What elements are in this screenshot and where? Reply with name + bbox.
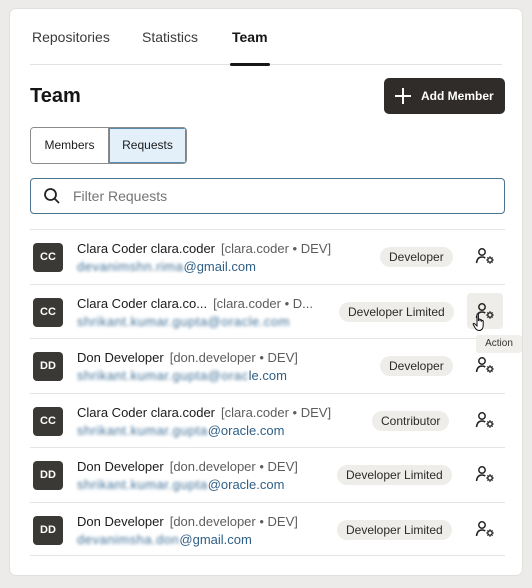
add-member-label: Add Member [421, 89, 494, 103]
email-local: shrikant.kumar.gupta@oracle.com [77, 314, 290, 329]
member-action-button[interactable] [467, 456, 503, 492]
avatar: DD [33, 352, 63, 381]
member-action-button[interactable] [467, 402, 503, 438]
member-meta: [clara.coder • D... [213, 296, 313, 311]
member-name: Clara Coder clara.coder [77, 405, 216, 420]
member-email: shrikant.kumar.gupta@oracle.com [77, 423, 284, 438]
add-member-button[interactable]: Add Member [384, 78, 505, 114]
filter-requests-input[interactable] [73, 188, 504, 204]
action-tooltip: Action [476, 335, 522, 353]
user-gear-icon [475, 412, 494, 428]
user-gear-icon [475, 521, 494, 537]
list-item: DD Don Developer [don.developer • DEV] de… [30, 502, 505, 556]
tab-statistics[interactable]: Statistics [142, 27, 198, 65]
email-local: shrikant.kumar.gupta@orac [77, 368, 249, 383]
member-name-line: Clara Coder clara.coder [clara.coder • DE… [77, 405, 331, 420]
list-item: CC Clara Coder clara.coder [clara.coder •… [30, 229, 505, 283]
member-meta: [don.developer • DEV] [169, 514, 298, 529]
avatar: CC [33, 243, 63, 272]
members-requests-toggle: Members Requests [30, 127, 187, 164]
member-name: Clara Coder clara.coder [77, 241, 216, 256]
email-local: devanimsha.don [77, 532, 180, 547]
member-name-line: Clara Coder clara.coder [clara.coder • DE… [77, 241, 331, 256]
member-meta: [don.developer • DEV] [169, 459, 298, 474]
avatar: DD [33, 461, 63, 490]
member-name-line: Don Developer [don.developer • DEV] [77, 350, 298, 365]
email-local: shrikant.kumar.gupta [77, 423, 208, 438]
member-name-line: Clara Coder clara.co... [clara.coder • D.… [77, 296, 313, 311]
member-name: Don Developer [77, 459, 164, 474]
avatar: DD [33, 516, 63, 545]
user-gear-icon [475, 357, 494, 373]
member-name-line: Don Developer [don.developer • DEV] [77, 514, 298, 529]
role-badge: Developer [380, 356, 453, 376]
role-badge: Developer Limited [337, 465, 452, 485]
member-name: Don Developer [77, 514, 164, 529]
tab-bar: Repositories Statistics Team [30, 27, 502, 66]
member-meta: [don.developer • DEV] [169, 350, 298, 365]
list-item: DD Don Developer [don.developer • DEV] sh… [30, 447, 505, 501]
email-domain: @oracle.com [207, 423, 285, 438]
filter-requests-field[interactable] [30, 178, 505, 214]
user-gear-icon [475, 466, 494, 482]
member-email: devanimsha.don@gmail.com [77, 532, 252, 547]
members-toggle-button[interactable]: Members [31, 128, 109, 163]
email-local: shrikant.kumar.gupta [77, 477, 208, 492]
member-meta: [clara.coder • DEV] [221, 405, 332, 420]
list-item: CC Clara Coder clara.coder [clara.coder •… [30, 393, 505, 447]
email-domain: @oracle.com [207, 477, 285, 492]
email-domain: @gmail.com [183, 259, 256, 274]
tab-team[interactable]: Team [230, 27, 270, 66]
member-email: shrikant.kumar.gupta@oracle.com [77, 477, 284, 492]
member-action-button[interactable] [467, 511, 503, 547]
member-email: shrikant.kumar.gupta@oracle.com [77, 368, 287, 383]
member-email: shrikant.kumar.gupta@oracle.com [77, 314, 290, 329]
requests-toggle-button[interactable]: Requests [109, 128, 186, 163]
email-local: devanimshn.rima [77, 259, 184, 274]
avatar: CC [33, 407, 63, 436]
role-badge: Developer [380, 247, 453, 267]
email-domain: le.com [248, 368, 287, 383]
member-name-line: Don Developer [don.developer • DEV] [77, 459, 298, 474]
email-domain: @gmail.com [179, 532, 252, 547]
role-badge: Developer Limited [337, 520, 452, 540]
plus-icon [395, 88, 411, 104]
team-panel: Repositories Statistics Team Team Add Me… [9, 8, 523, 576]
hand-cursor-icon [472, 313, 484, 332]
user-gear-icon [475, 248, 494, 264]
member-action-button[interactable] [467, 238, 503, 274]
member-email: devanimshn.rima@gmail.com [77, 259, 256, 274]
tab-repositories[interactable]: Repositories [32, 27, 110, 65]
member-name: Clara Coder clara.co... [77, 296, 208, 311]
member-name: Don Developer [77, 350, 164, 365]
search-icon [44, 188, 60, 204]
list-item: CC Clara Coder clara.co... [clara.coder •… [30, 284, 505, 338]
avatar: CC [33, 298, 63, 327]
role-badge: Contributor [372, 411, 450, 431]
role-badge: Developer Limited [339, 302, 454, 322]
member-meta: [clara.coder • DEV] [221, 241, 332, 256]
list-item: DD Don Developer [don.developer • DEV] sh… [30, 338, 505, 392]
page-title: Team [30, 85, 81, 107]
